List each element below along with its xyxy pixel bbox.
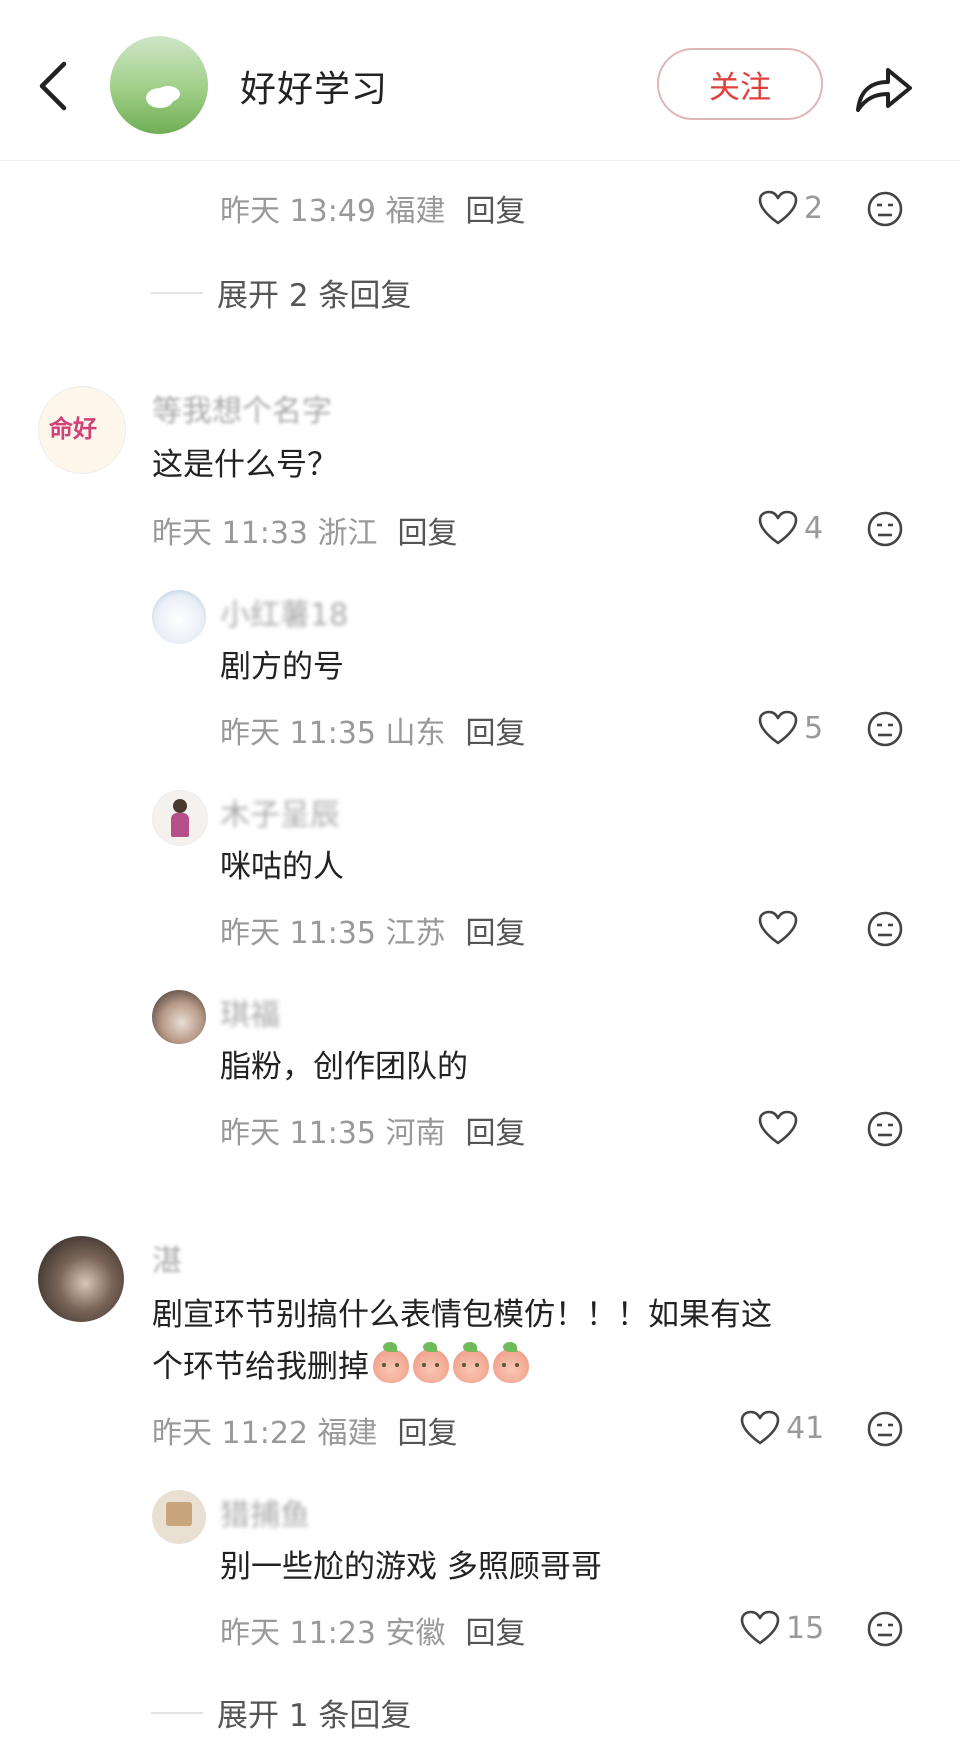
heart-icon (740, 1610, 780, 1645)
comment-meta: 昨天 13:49 福建 回复 (220, 194, 526, 229)
avatar[interactable] (152, 990, 206, 1044)
reply-button[interactable]: 回复 (466, 1616, 526, 1651)
comment-text: 别一些尬的游戏 多照顾哥哥 (220, 1549, 602, 1585)
profile-avatar[interactable] (110, 36, 208, 134)
heart-icon (740, 1410, 780, 1445)
comment-text: 脂粉，创作团队的 (220, 1049, 468, 1085)
reply-button[interactable]: 回复 (466, 916, 526, 951)
like-button[interactable] (758, 910, 804, 946)
comment-meta: 昨天 11:23 安徽 回复 (220, 1616, 526, 1651)
comment-text: 这是什么号？ (152, 447, 338, 483)
page-title: 好好学习 (240, 69, 389, 110)
emoji-reaction-icon[interactable] (866, 910, 904, 948)
comment-text-line2: 个环节给我删掉 (152, 1342, 529, 1390)
follow-button[interactable]: 关注 (657, 48, 823, 120)
emoji-reaction-icon[interactable] (866, 710, 904, 748)
username[interactable]: 小红薯18 (220, 590, 348, 630)
like-count: 2 (804, 190, 824, 226)
emoji-reaction-icon[interactable] (866, 1610, 904, 1648)
like-count: 41 (786, 1410, 825, 1446)
like-count: 15 (786, 1610, 825, 1646)
peach-emoji-icon (493, 1342, 529, 1383)
reply-button[interactable]: 回复 (466, 716, 526, 751)
reply-button[interactable]: 回复 (398, 1416, 458, 1451)
like-button[interactable]: 5 (758, 710, 823, 746)
emoji-reaction-icon[interactable] (866, 1110, 904, 1148)
emoji-reaction-icon[interactable] (866, 190, 904, 228)
avatar[interactable]: 命好 (38, 386, 126, 474)
heart-icon (758, 910, 798, 945)
reply-button[interactable]: 回复 (466, 194, 526, 229)
heart-icon (758, 710, 798, 745)
username[interactable]: 琪福 (220, 990, 280, 1030)
comment-text: 咪咕的人 (220, 849, 344, 885)
like-count: 4 (804, 510, 824, 546)
expand-label: 展开 2 条回复 (217, 278, 412, 314)
expand-replies-button[interactable]: 展开 1 条回复 (217, 1690, 411, 1735)
heart-icon (758, 1110, 798, 1145)
avatar-text: 命好 (49, 415, 97, 443)
username[interactable]: 猎捕鱼 (220, 1490, 310, 1530)
comment-meta: 昨天 11:35 山东 回复 (220, 716, 526, 751)
peach-emoji-icon (453, 1342, 489, 1383)
like-count: 5 (804, 710, 824, 746)
avatar[interactable] (152, 590, 206, 644)
like-button[interactable]: 15 (740, 1610, 824, 1646)
like-button[interactable]: 41 (740, 1410, 824, 1446)
username[interactable]: 等我想个名字 (152, 386, 332, 426)
avatar[interactable] (38, 1236, 124, 1322)
comment-text: 剧宣环节别搞什么表情包模仿！！！如果有这 (152, 1297, 772, 1333)
expand-replies-button[interactable]: 展开 2 条回复 (217, 270, 411, 315)
peach-emoji-icon (373, 1342, 409, 1383)
comment-meta: 昨天 11:33 浙江 回复 (152, 516, 458, 551)
comment-meta: 昨天 11:35 江苏 回复 (220, 916, 526, 951)
top-bar: 好好学习 关注 (0, 0, 960, 161)
comment-meta: 昨天 11:35 河南 回复 (220, 1116, 526, 1151)
emoji-reaction-icon[interactable] (866, 1410, 904, 1448)
avatar[interactable] (152, 790, 208, 846)
heart-icon (758, 510, 798, 545)
expand-label: 展开 1 条回复 (217, 1698, 412, 1734)
emoji-reaction-icon[interactable] (866, 510, 904, 548)
like-button[interactable]: 2 (758, 190, 823, 226)
like-button[interactable] (758, 1110, 804, 1146)
like-button[interactable]: 4 (758, 510, 823, 546)
back-arrow-icon[interactable] (34, 58, 74, 114)
peach-emoji-icon (413, 1342, 449, 1383)
username[interactable]: 木子呈辰 (220, 790, 340, 830)
comment-text: 剧方的号 (220, 649, 344, 685)
reply-button[interactable]: 回复 (466, 1116, 526, 1151)
reply-button[interactable]: 回复 (398, 516, 458, 551)
share-icon[interactable] (852, 60, 914, 116)
comment-meta: 昨天 11:22 福建 回复 (152, 1416, 458, 1451)
avatar[interactable] (152, 1490, 206, 1544)
heart-icon (758, 190, 798, 225)
username[interactable]: 湛 (152, 1236, 182, 1276)
